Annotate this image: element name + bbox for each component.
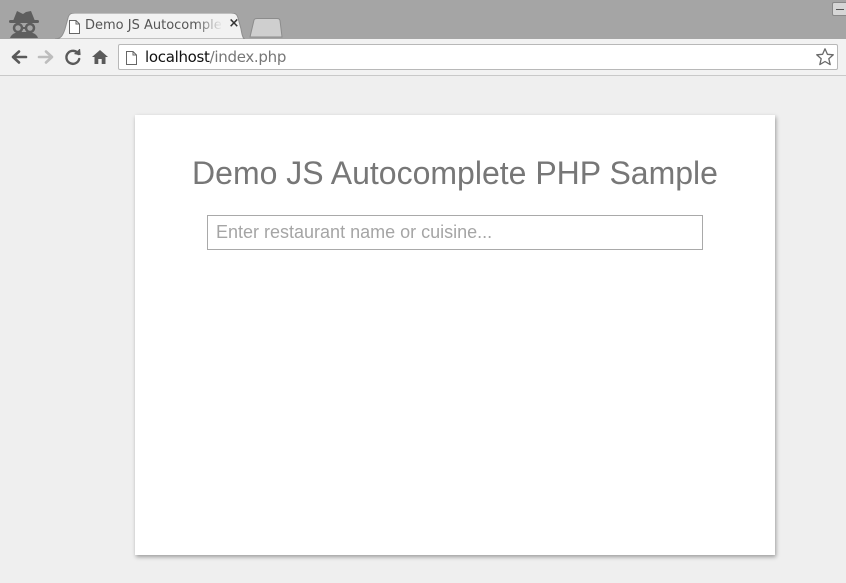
page-icon (126, 50, 137, 69)
page-viewport: Demo JS Autocomplete PHP Sample (0, 76, 846, 583)
star-icon[interactable] (815, 47, 835, 71)
address-url[interactable]: localhost/index.php (145, 48, 286, 66)
reload-icon[interactable] (63, 47, 83, 67)
incognito-icon (6, 8, 42, 38)
page-title: Demo JS Autocomplete PHP Sample (192, 155, 718, 191)
tab-demo-autocomplete[interactable]: Demo JS Autocomplete PHP Sample × (55, 13, 245, 39)
search-input[interactable] (207, 215, 703, 250)
address-bar[interactable]: localhost/index.php (118, 44, 838, 70)
browser-toolbar: localhost/index.php (0, 39, 846, 76)
content-card: Demo JS Autocomplete PHP Sample (135, 115, 775, 555)
page-icon (69, 19, 80, 38)
tab-title: Demo JS Autocomplete PHP Sample (85, 18, 223, 33)
back-arrow-icon[interactable] (9, 47, 29, 67)
forward-arrow-icon[interactable] (36, 47, 56, 67)
tab-close-icon[interactable]: × (228, 17, 240, 31)
url-path: /index.php (209, 48, 287, 66)
window-minimize-button[interactable] (832, 2, 846, 16)
url-host: localhost (145, 48, 210, 66)
home-icon[interactable] (90, 47, 110, 67)
tab-strip: Demo JS Autocomplete PHP Sample × (0, 0, 846, 39)
